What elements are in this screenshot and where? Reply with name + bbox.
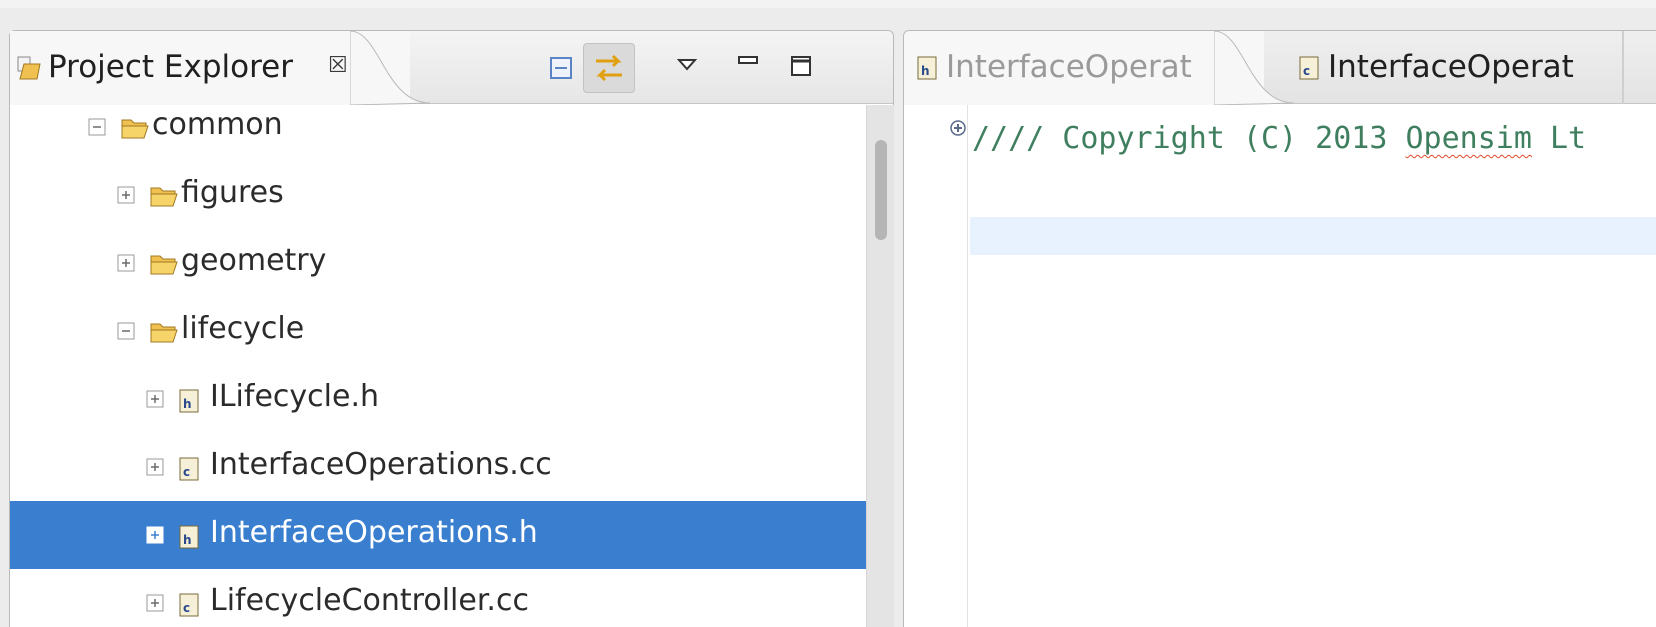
- tab-editor-header-file[interactable]: h InterfaceOperat ☒: [904, 31, 1264, 105]
- folder-open-icon: [120, 116, 150, 144]
- tab-curve: [1214, 31, 1294, 105]
- header-file-icon: h: [916, 55, 940, 87]
- comment-text: //// Copyright (C) 2013: [972, 121, 1406, 156]
- minimize-icon[interactable]: [722, 43, 774, 93]
- tree-item-label: InterfaceOperations.h: [210, 515, 538, 550]
- maximize-icon[interactable]: [775, 43, 827, 93]
- svg-text:h: h: [921, 64, 930, 78]
- tree-item-label: ILifecycle.h: [210, 379, 379, 414]
- current-line-highlight: [970, 217, 1656, 255]
- project-explorer-view: Project Explorer ☒ common figures geomet…: [9, 30, 894, 627]
- tree-item-label: figures: [181, 175, 284, 210]
- expand-toggle-icon[interactable]: [117, 254, 135, 276]
- header-file-icon: h: [178, 524, 202, 554]
- view-menu-icon[interactable]: [662, 43, 714, 93]
- expand-toggle-icon[interactable]: [117, 186, 135, 208]
- tree-item[interactable]: c LifecycleController.cc: [10, 569, 866, 627]
- tree-item[interactable]: lifecycle: [10, 297, 866, 365]
- svg-text:h: h: [183, 397, 192, 411]
- project-explorer-tabbar: Project Explorer ☒: [10, 31, 893, 105]
- source-file-icon: c: [1298, 55, 1322, 87]
- tab-separator: [1622, 31, 1624, 104]
- editor-ruler: [904, 105, 968, 627]
- folder-open-icon: [149, 252, 179, 280]
- comment-text-tail: Lt: [1531, 121, 1587, 156]
- expand-toggle-icon[interactable]: [146, 594, 164, 616]
- svg-text:c: c: [183, 465, 190, 479]
- folder-open-icon: [149, 184, 179, 212]
- source-file-icon: c: [178, 456, 202, 486]
- folder-open-icon: [149, 320, 179, 348]
- project-tree[interactable]: common figures geometry lifecycle h ILifecycl…: [10, 105, 866, 627]
- tree-item[interactable]: common: [10, 105, 866, 161]
- header-file-icon: h: [178, 388, 202, 418]
- editor-tab-title-1: InterfaceOperat: [946, 49, 1192, 85]
- svg-text:c: c: [183, 601, 190, 615]
- tree-item-label: lifecycle: [181, 311, 305, 346]
- window-top-strip: [0, 0, 1656, 8]
- expand-toggle-icon[interactable]: [146, 458, 164, 480]
- ide-window: Project Explorer ☒ common figures geomet…: [0, 0, 1656, 627]
- project-explorer-title: Project Explorer: [48, 49, 293, 85]
- editor-view: h InterfaceOperat ☒ c InterfaceOperat: [903, 30, 1656, 627]
- tree-item[interactable]: c InterfaceOperations.cc: [10, 433, 866, 501]
- svg-text:h: h: [183, 533, 192, 547]
- expand-toggle-icon[interactable]: [146, 526, 164, 548]
- code-line-1[interactable]: //// Copyright (C) 2013 Opensim Lt: [972, 121, 1586, 156]
- tree-item[interactable]: h ILifecycle.h: [10, 365, 866, 433]
- editor-tabbar: h InterfaceOperat ☒ c InterfaceOperat: [904, 31, 1656, 105]
- tree-item[interactable]: figures: [10, 161, 866, 229]
- expand-toggle-icon[interactable]: [146, 390, 164, 412]
- fold-expand-icon[interactable]: [949, 119, 967, 141]
- scrollbar-thumb[interactable]: [875, 140, 887, 240]
- tree-vertical-scrollbar[interactable]: [866, 105, 894, 627]
- close-icon[interactable]: ☒: [328, 53, 348, 78]
- tree-item-label: geometry: [181, 243, 327, 278]
- collapse-all-icon[interactable]: [535, 43, 587, 93]
- tree-item[interactable]: geometry: [10, 229, 866, 297]
- source-file-icon: c: [178, 592, 202, 622]
- tree-item-label: common: [152, 107, 283, 142]
- tab-curve: [350, 31, 430, 105]
- code-editor[interactable]: //// Copyright (C) 2013 Opensim Lt: [904, 105, 1656, 627]
- svg-text:c: c: [1303, 64, 1310, 78]
- spelling-error-word[interactable]: Opensim: [1405, 121, 1531, 156]
- project-explorer-icon: [16, 55, 44, 87]
- editor-tab-title-2[interactable]: InterfaceOperat: [1328, 49, 1574, 85]
- tree-item-label: LifecycleController.cc: [210, 583, 529, 618]
- tree-item[interactable]: h InterfaceOperations.h: [10, 501, 866, 569]
- collapse-toggle-icon[interactable]: [88, 118, 106, 140]
- tree-item-label: InterfaceOperations.cc: [210, 447, 552, 482]
- link-with-editor-icon[interactable]: [583, 43, 635, 93]
- collapse-toggle-icon[interactable]: [117, 322, 135, 344]
